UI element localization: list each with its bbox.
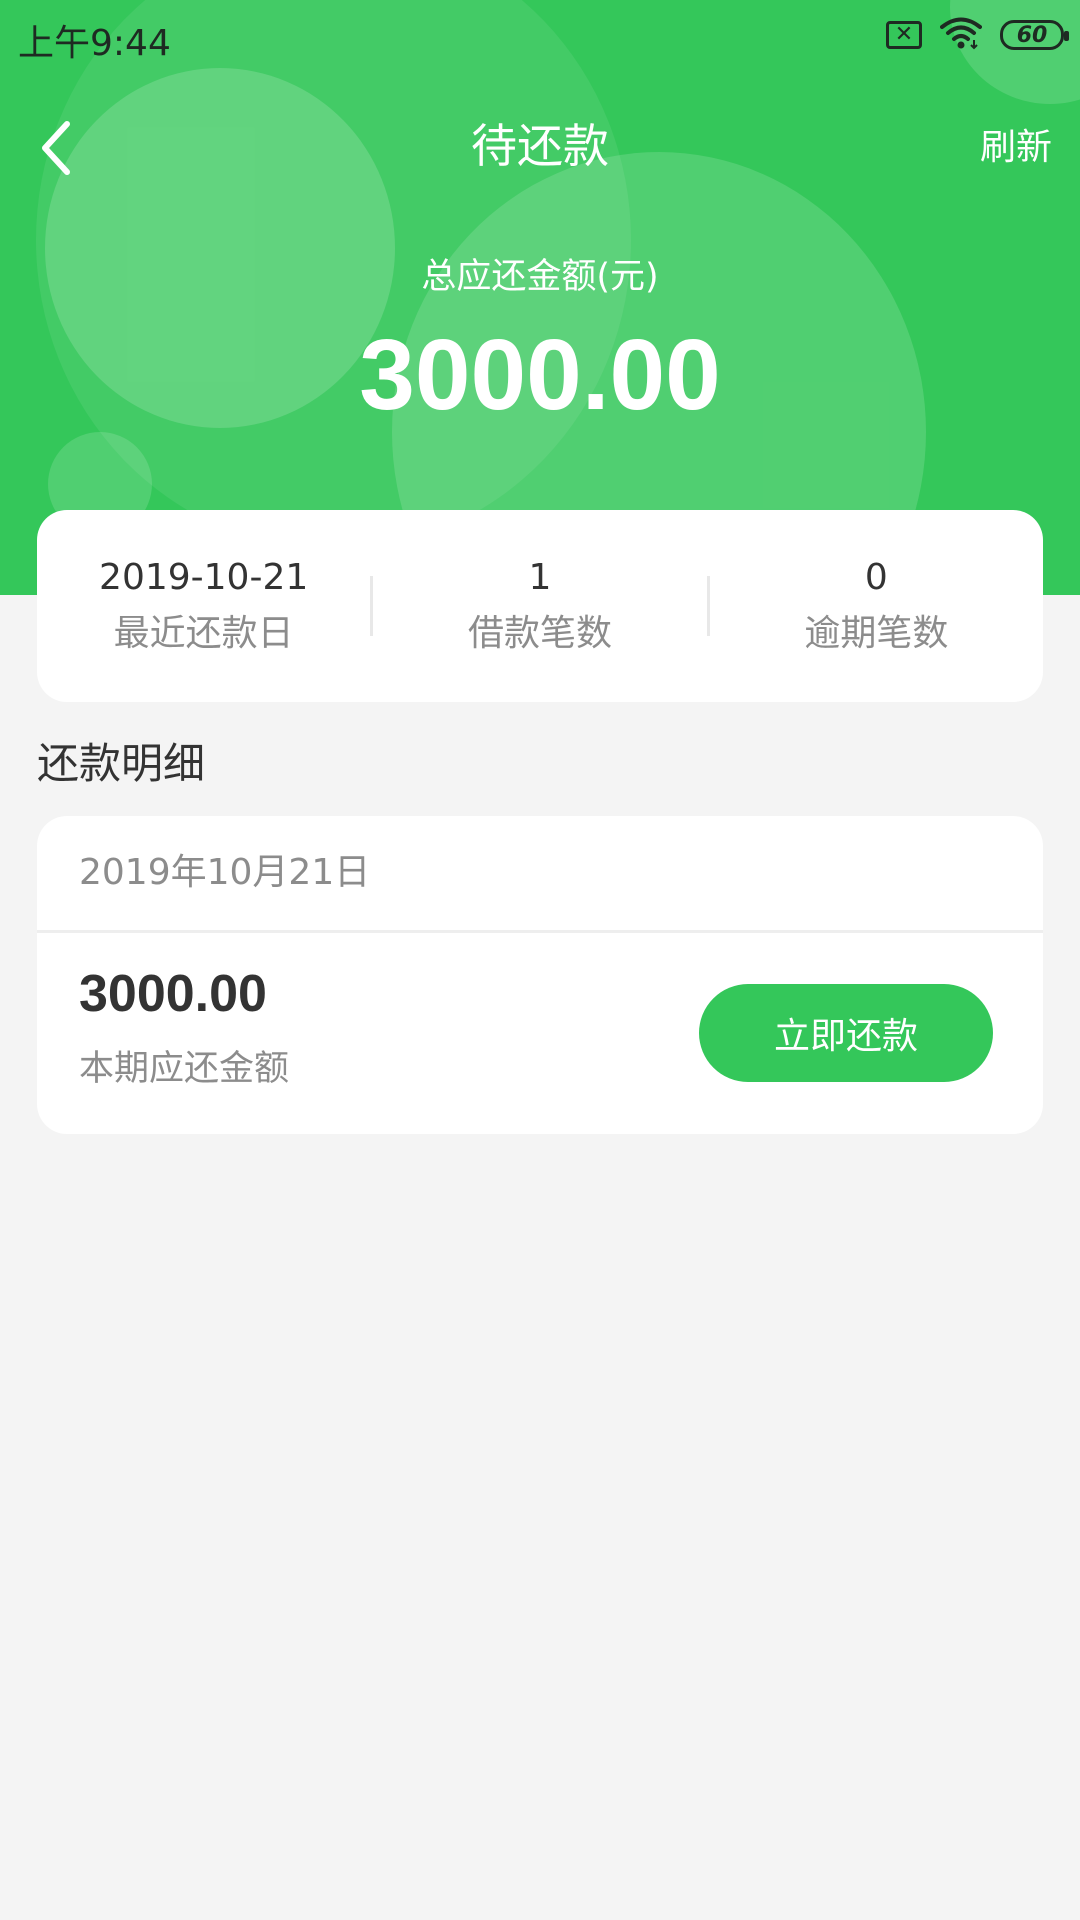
refresh-button[interactable]: 刷新 <box>980 118 1052 170</box>
no-sim-icon: ✕ <box>886 21 922 49</box>
summary-label: 最近还款日 <box>113 613 294 654</box>
summary-value: 2019-10-21 <box>99 557 309 598</box>
section-title-repayment-details: 还款明细 <box>37 739 206 788</box>
divider <box>37 930 1043 933</box>
summary-card: 2019-10-21 最近还款日 1 借款笔数 0 逾期笔数 <box>37 510 1043 702</box>
header-banner: 上午9:44 ✕ 60 待还款 刷新 总应还金额(元) 3000.00 <box>0 0 1080 595</box>
summary-item-loan-count: 1 借款笔数 <box>373 556 706 656</box>
summary-label: 借款笔数 <box>467 613 612 654</box>
battery-level: 60 <box>1016 22 1048 48</box>
repay-now-button[interactable]: 立即还款 <box>699 984 993 1082</box>
status-icons: ✕ 60 <box>886 16 1069 54</box>
detail-due-date: 2019年10月21日 <box>79 852 371 893</box>
summary-value: 0 <box>864 557 888 598</box>
total-amount-value: 3000.00 <box>359 319 721 431</box>
chevron-left-icon <box>42 121 70 175</box>
summary-value: 1 <box>528 557 552 598</box>
detail-amount-label: 本期应还金额 <box>79 1049 290 1089</box>
wifi-icon <box>940 16 982 54</box>
status-time: 上午9:44 <box>18 23 171 64</box>
total-amount-label: 总应还金额(元) <box>421 257 659 297</box>
back-button[interactable] <box>28 116 84 180</box>
summary-item-overdue-count: 0 逾期笔数 <box>710 556 1043 656</box>
battery-icon: 60 <box>1000 20 1069 50</box>
detail-amount-value: 3000.00 <box>79 965 267 1023</box>
summary-item-latest-due-date: 2019-10-21 最近还款日 <box>37 556 370 656</box>
summary-label: 逾期笔数 <box>804 613 949 654</box>
repayment-detail-card: 2019年10月21日 3000.00 本期应还金额 立即还款 <box>37 816 1043 1134</box>
status-bar: 上午9:44 ✕ 60 <box>0 0 1080 72</box>
